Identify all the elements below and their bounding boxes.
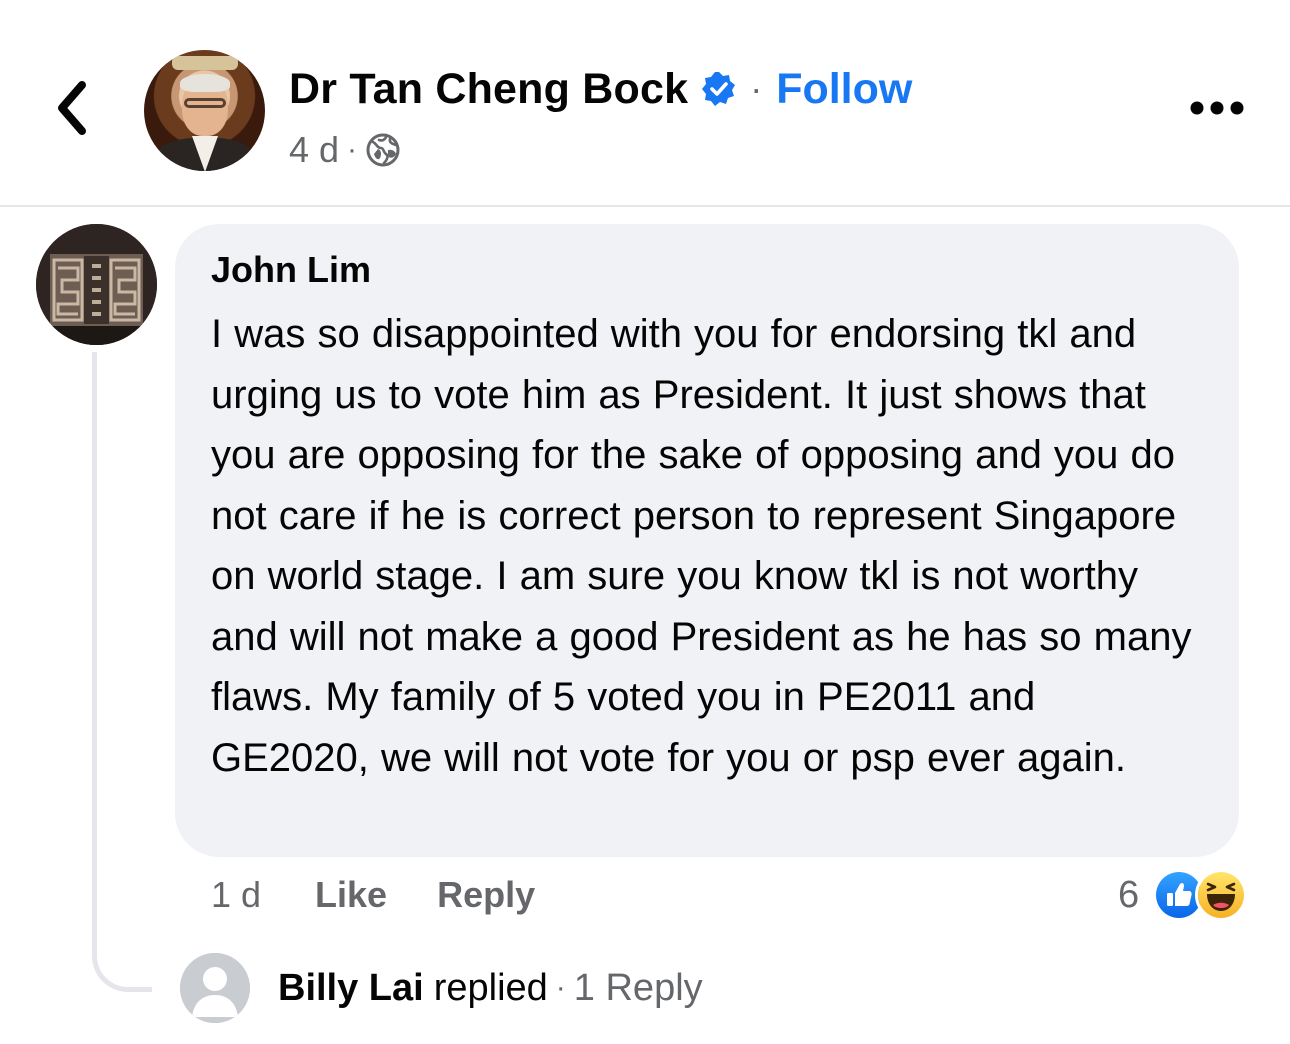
author-avatar[interactable] xyxy=(144,50,265,171)
post-header: Dr Tan Cheng Bock · Follow 4 d · xyxy=(0,0,1290,208)
comment-actions: 1 d Like Reply xyxy=(211,872,585,918)
author-line: Dr Tan Cheng Bock · Follow xyxy=(289,64,912,114)
reply-separator: · xyxy=(555,971,566,1004)
post-time[interactable]: 4 d xyxy=(289,129,339,171)
haha-reaction-icon xyxy=(1195,869,1248,921)
meta-separator: · xyxy=(347,133,358,166)
more-options-button[interactable] xyxy=(1186,92,1248,128)
follow-button[interactable]: Follow xyxy=(776,65,912,114)
comment-text: I was so disappointed with you for endor… xyxy=(211,312,1192,780)
view-replies-link[interactable]: Billy Lai replied · 1 Reply xyxy=(278,962,703,1014)
more-horizontal-icon xyxy=(1190,101,1244,120)
globe-icon xyxy=(365,132,401,168)
reply-avatar[interactable] xyxy=(180,953,250,1023)
like-button[interactable]: Like xyxy=(315,874,387,916)
comment-thread-screen: Dr Tan Cheng Bock · Follow 4 d · John Li… xyxy=(0,0,1290,1044)
reply-author-name: Billy Lai xyxy=(278,966,424,1009)
author-name[interactable]: Dr Tan Cheng Bock xyxy=(289,65,688,114)
commenter-avatar[interactable] xyxy=(36,224,157,345)
reply-verb: replied xyxy=(433,966,548,1009)
reply-count: 1 Reply xyxy=(573,966,703,1009)
reply-button[interactable]: Reply xyxy=(437,874,535,916)
separator-dot: · xyxy=(750,68,763,109)
reaction-count: 6 xyxy=(1118,873,1140,916)
thread-connector xyxy=(92,352,152,992)
chevron-left-icon xyxy=(54,80,88,140)
comment-bubble[interactable]: John Lim I was so disappointed with you … xyxy=(175,224,1239,857)
comment-author[interactable]: John Lim xyxy=(211,248,1203,292)
comment-time[interactable]: 1 d xyxy=(211,874,261,916)
post-meta: 4 d · xyxy=(289,128,401,172)
verified-badge-icon xyxy=(700,70,738,108)
header-divider xyxy=(0,205,1290,207)
reaction-summary[interactable]: 6 xyxy=(1118,868,1248,922)
back-button[interactable] xyxy=(48,78,94,142)
